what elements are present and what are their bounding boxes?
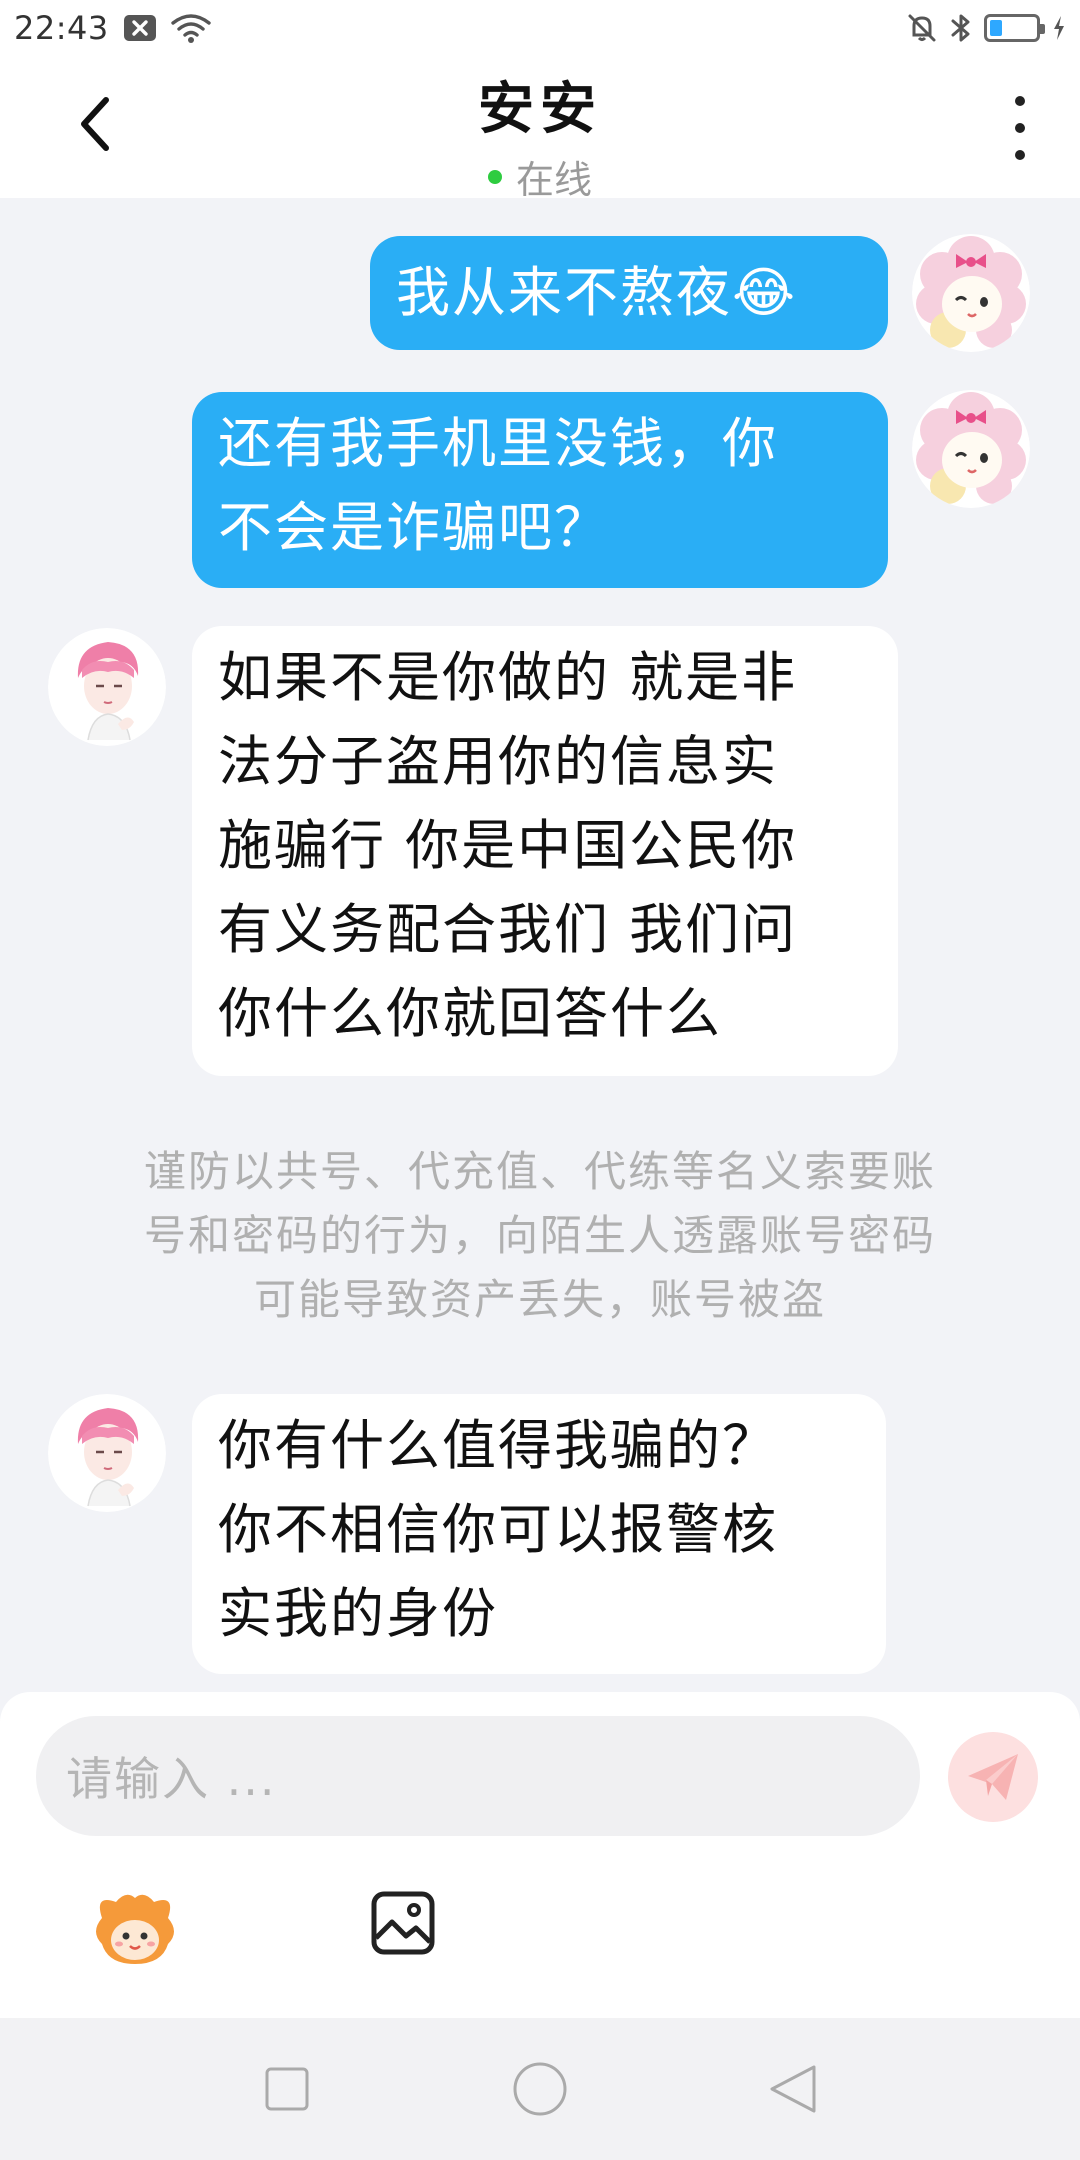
chat-screen: 22:43 安安 在线 我从来不熬夜😂 还有我手机里没钱，你 不会是诈骗吧？ 如… (0, 0, 1080, 2160)
safety-notice: 谨防以共号、代充值、代练等名义索要账 号和密码的行为，向陌生人透露账号密码 可能… (90, 1140, 990, 1332)
message-line: 不会是诈骗吧？ (218, 496, 610, 559)
message-bubble-outgoing[interactable]: 我从来不熬夜😂 (370, 236, 888, 350)
message-bubble-incoming[interactable]: 如果不是你做的 就是非 法分子盗用你的信息实 施骗行 你是中国公民你 有义务配合… (192, 626, 898, 1076)
message-line: 有义务配合我们 我们问 (218, 898, 798, 961)
message-line: 实我的身份 (218, 1582, 498, 1645)
presence-status: 在线 (0, 149, 1080, 204)
back-nav-button[interactable] (753, 2049, 833, 2129)
bell-muted-icon (906, 12, 938, 44)
contact-avatar[interactable] (48, 1394, 166, 1512)
sheep-avatar-icon (912, 390, 1030, 508)
notification-blocked-icon (123, 14, 157, 42)
message-line: 法分子盗用你的信息实 (218, 730, 778, 793)
message-line: 还有我手机里没钱，你 (218, 412, 778, 475)
battery-icon (984, 14, 1045, 42)
input-placeholder: 请输入 ... (66, 1752, 277, 1806)
emoji-mascot-icon (96, 1894, 174, 1964)
paper-plane-icon (968, 1754, 1018, 1800)
my-avatar[interactable] (912, 234, 1030, 352)
status-bar: 22:43 (0, 0, 1080, 56)
pink-hair-avatar-icon (48, 628, 166, 746)
notice-line: 可能导致资产丢失，账号被盗 (253, 1275, 826, 1324)
contact-avatar[interactable] (48, 628, 166, 746)
message-line: 如果不是你做的 就是非 (218, 646, 798, 709)
message-line: 你有什么值得我骗的？ (218, 1414, 778, 1477)
online-dot-icon (487, 169, 502, 184)
image-icon (371, 1891, 435, 1955)
home-button[interactable] (500, 2049, 580, 2129)
notice-line: 号和密码的行为，向陌生人透露账号密码 (143, 1211, 936, 1260)
circle-icon (513, 2062, 567, 2116)
status-time: 22:43 (14, 9, 109, 47)
message-bubble-incoming[interactable]: 你有什么值得我骗的？ 你不相信你可以报警核 实我的身份 (192, 1394, 886, 1674)
dot-icon (1015, 150, 1025, 160)
message-line: 你什么你就回答什么 (218, 982, 722, 1045)
charging-icon (1052, 15, 1066, 41)
system-nav-bar (0, 2018, 1080, 2160)
message-line: 施骗行 你是中国公民你 (218, 814, 798, 877)
status-right (906, 12, 1066, 44)
contact-name: 安安 (478, 77, 602, 142)
title-area: 安安 在线 (0, 64, 1080, 204)
sheep-avatar-icon (912, 234, 1030, 352)
image-button[interactable] (368, 1888, 438, 1958)
send-button[interactable] (948, 1732, 1038, 1822)
emoji-button[interactable] (90, 1888, 180, 1968)
bluetooth-icon (950, 12, 972, 44)
input-panel: 请输入 ... (0, 1692, 1080, 2018)
notice-line: 谨防以共号、代充值、代练等名义索要账 (143, 1147, 936, 1196)
recent-apps-button[interactable] (247, 2049, 327, 2129)
more-options-button[interactable] (1008, 96, 1032, 160)
message-bubble-outgoing[interactable]: 还有我手机里没钱，你 不会是诈骗吧？ (192, 392, 888, 588)
message-line: 你不相信你可以报警核 (218, 1498, 778, 1561)
wifi-icon (171, 12, 211, 44)
message-text: 我从来不熬夜😂 (396, 261, 798, 324)
pink-hair-avatar-icon (48, 1394, 166, 1512)
dot-icon (1015, 96, 1025, 106)
square-icon (265, 2067, 309, 2111)
status-left: 22:43 (14, 9, 211, 47)
dot-icon (1015, 123, 1025, 133)
my-avatar[interactable] (912, 390, 1030, 508)
chat-header: 安安 在线 (0, 56, 1080, 202)
triangle-icon (770, 2065, 816, 2113)
presence-label: 在线 (515, 158, 592, 202)
message-input[interactable]: 请输入 ... (36, 1716, 920, 1836)
